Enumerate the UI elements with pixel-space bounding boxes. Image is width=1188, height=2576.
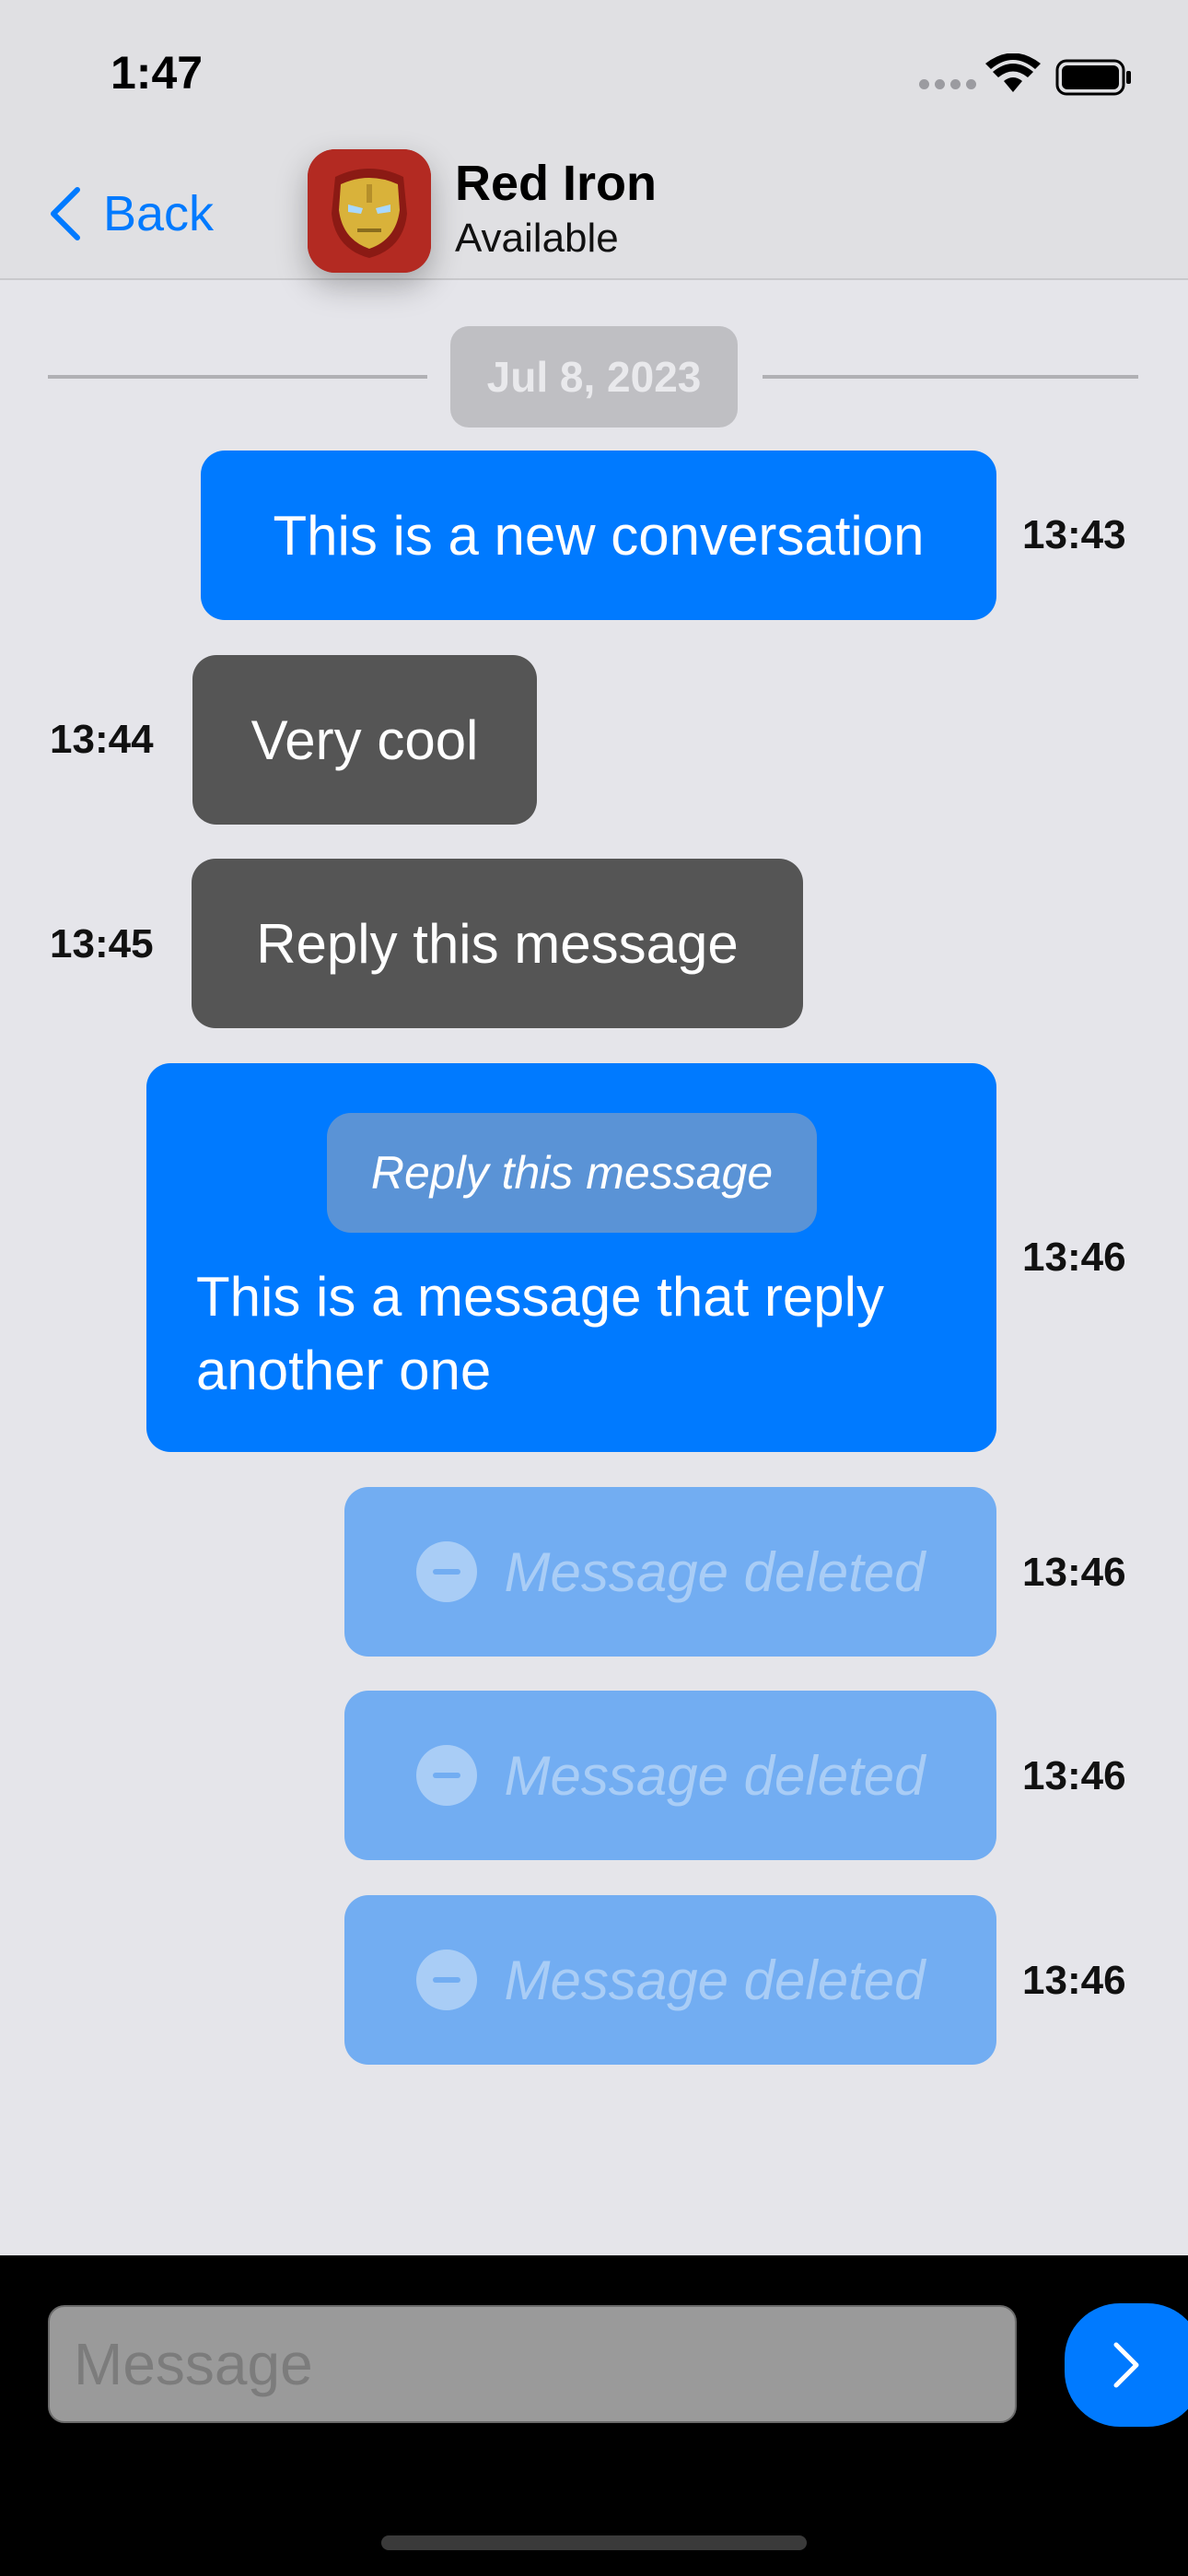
message-text: Reply this message — [256, 912, 739, 975]
minus-circle-icon — [415, 1745, 477, 1806]
contact-status: Available — [455, 216, 619, 261]
date-separator-line-left — [48, 375, 427, 379]
message-bubble-reply[interactable]: Reply this message This is a message tha… — [146, 1063, 996, 1452]
send-button[interactable] — [1065, 2303, 1188, 2427]
message-bubble-deleted[interactable]: Message deleted — [344, 1895, 996, 2065]
message-text: This is a message that reply another one — [196, 1266, 884, 1401]
minus-circle-icon — [415, 1541, 477, 1602]
message-timestamp: 13:43 — [1022, 512, 1126, 557]
message-timestamp: 13:44 — [50, 717, 154, 762]
back-button[interactable]: Back — [48, 177, 214, 251]
message-bubble-incoming[interactable]: Reply this message — [192, 859, 803, 1028]
battery-icon — [1055, 59, 1131, 96]
chevron-left-icon — [51, 187, 80, 240]
date-separator-line-right — [763, 375, 1138, 379]
message-bubble-incoming[interactable]: Very cool — [192, 655, 537, 825]
message-input[interactable] — [48, 2305, 1017, 2423]
deleted-message-text: Message deleted — [504, 1744, 926, 1807]
message-timestamp: 13:45 — [50, 921, 154, 966]
chevron-right-icon — [1113, 2342, 1139, 2388]
navigation-header: 1:47 Back Red Iron Available — [0, 0, 1188, 280]
cellular-signal-icon — [919, 79, 976, 89]
message-timestamp: 13:46 — [1022, 1235, 1126, 1280]
message-bubble-outgoing[interactable]: This is a new conversation — [201, 451, 996, 620]
deleted-message-text: Message deleted — [504, 1540, 926, 1603]
quoted-message[interactable]: Reply this message — [327, 1113, 817, 1233]
minus-circle-icon — [415, 1950, 477, 2010]
home-indicator[interactable] — [381, 2535, 807, 2550]
message-text: Very cool — [250, 708, 479, 771]
message-bubble-deleted[interactable]: Message deleted — [344, 1487, 996, 1657]
status-time: 1:47 — [111, 47, 204, 99]
contact-name: Red Iron — [455, 156, 658, 211]
iron-man-helmet-icon — [308, 149, 431, 273]
date-separator: Jul 8, 2023 — [450, 326, 738, 427]
wifi-icon — [985, 53, 1041, 92]
message-timestamp: 13:46 — [1022, 1753, 1126, 1798]
message-timestamp: 13:46 — [1022, 1958, 1126, 2003]
message-bubble-deleted[interactable]: Message deleted — [344, 1691, 996, 1860]
message-timestamp: 13:46 — [1022, 1550, 1126, 1595]
back-label: Back — [103, 186, 215, 241]
avatar[interactable] — [308, 149, 431, 273]
message-text: This is a new conversation — [273, 504, 925, 567]
deleted-message-text: Message deleted — [504, 1949, 926, 2011]
